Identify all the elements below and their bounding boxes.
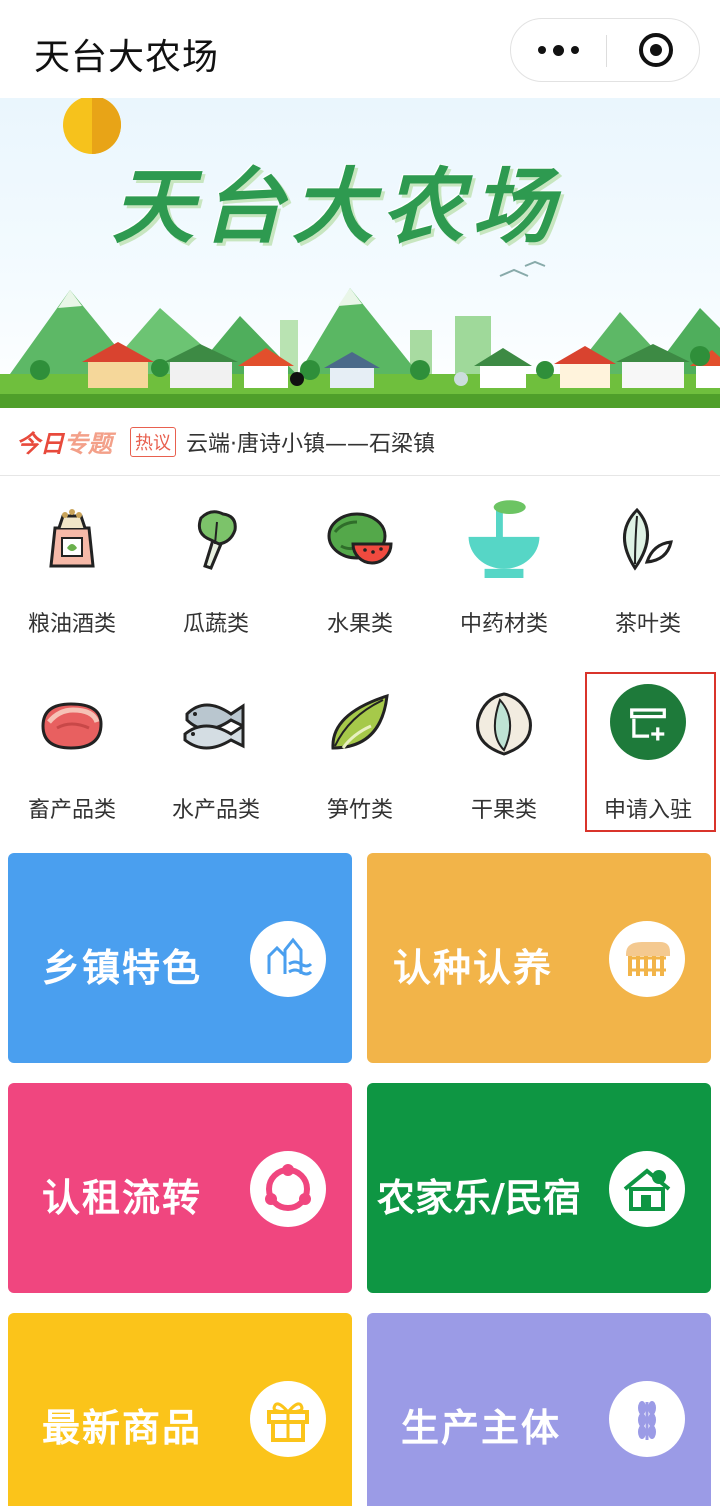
category-label: 笋竹类 bbox=[326, 798, 393, 823]
category-label: 瓜蔬类 bbox=[182, 612, 249, 637]
page-title: 天台大农场 bbox=[34, 37, 220, 78]
tile-label: 认租流转 bbox=[42, 1176, 203, 1220]
topic-headline[interactable]: 云端·唐诗小镇——石梁镇 bbox=[186, 426, 435, 458]
tile-farmstay[interactable]: 农家乐/民宿 bbox=[367, 1083, 711, 1293]
category-label: 中药材类 bbox=[459, 612, 548, 637]
category-bamboo-shoots[interactable]: 笋竹类 bbox=[288, 688, 432, 848]
category-label: 干果类 bbox=[470, 798, 537, 823]
category-livestock[interactable]: 畜产品类 bbox=[0, 688, 144, 848]
mini-program-header: 天台大农场 bbox=[0, 0, 720, 98]
carousel-indicator bbox=[290, 372, 468, 386]
capsule-menu bbox=[510, 18, 700, 82]
cottage-icon bbox=[609, 1151, 685, 1227]
carousel-dot[interactable] bbox=[454, 372, 468, 386]
category-dried-fruits[interactable]: 干果类 bbox=[432, 688, 576, 848]
tile-label: 认种认养 bbox=[393, 946, 554, 990]
category-label: 茶叶类 bbox=[614, 612, 681, 637]
category-label: 水产品类 bbox=[171, 798, 260, 823]
more-dots-icon-right bbox=[570, 46, 579, 54]
carousel-dot-active[interactable] bbox=[290, 372, 304, 386]
category-grain-oil-wine[interactable]: 粮油酒类 bbox=[0, 502, 144, 662]
capsule-divider bbox=[606, 35, 607, 67]
nut-icon bbox=[476, 692, 532, 756]
herb-mortar-icon bbox=[468, 500, 540, 578]
tile-label: 生产主体 bbox=[401, 1406, 562, 1450]
apply-to-join-highlight-box bbox=[585, 672, 716, 832]
tile-town-features[interactable]: 乡镇特色 bbox=[8, 853, 352, 1063]
meat-icon bbox=[41, 702, 103, 750]
fish-icon bbox=[183, 703, 245, 750]
tile-land-lease[interactable]: 认租流转 bbox=[8, 1083, 352, 1293]
category-vegetables[interactable]: 瓜蔬类 bbox=[144, 502, 288, 662]
cabbage-icon bbox=[197, 510, 237, 570]
more-dots-icon bbox=[537, 46, 546, 54]
category-herbal-medicine[interactable]: 中药材类 bbox=[432, 500, 576, 662]
close-mini-program-icon[interactable] bbox=[639, 33, 673, 67]
cycle-icon bbox=[250, 1151, 326, 1227]
wheat-icon bbox=[609, 1381, 685, 1457]
category-label: 粮油酒类 bbox=[27, 612, 116, 637]
tile-new-products[interactable]: 最新商品 bbox=[8, 1313, 352, 1506]
category-label: 畜产品类 bbox=[27, 798, 116, 823]
logo-text-b: 专题 bbox=[64, 430, 112, 458]
town-icon bbox=[250, 921, 326, 997]
category-fruits[interactable]: 水果类 bbox=[288, 502, 432, 662]
bamboo-shoot-icon bbox=[331, 693, 389, 750]
tile-adopt-plant[interactable]: 认种认养 bbox=[367, 853, 711, 1063]
tile-label: 农家乐/民宿 bbox=[377, 1176, 581, 1220]
category-aquatic[interactable]: 水产品类 bbox=[144, 688, 288, 848]
grain-sack-icon bbox=[49, 509, 95, 568]
tile-label: 乡镇特色 bbox=[42, 946, 203, 990]
today-topic-logo: 今日专题 bbox=[16, 424, 112, 459]
banner-carousel[interactable]: 天台大农场 bbox=[0, 98, 720, 408]
category-tea[interactable]: 茶叶类 bbox=[576, 502, 720, 662]
today-topic-bar[interactable]: 今日专题 热议 云端·唐诗小镇——石梁镇 bbox=[0, 408, 720, 476]
more-dots-icon-center bbox=[552, 44, 564, 56]
more-menu-button[interactable] bbox=[511, 19, 605, 81]
banner-title: 天台大农场 bbox=[112, 159, 562, 255]
category-label: 水果类 bbox=[326, 612, 393, 637]
hot-badge: 热议 bbox=[130, 426, 176, 457]
watermelon-icon bbox=[327, 512, 393, 565]
farm-fence-icon bbox=[609, 921, 685, 997]
tea-leaf-icon bbox=[623, 507, 673, 571]
tile-producers[interactable]: 生产主体 bbox=[367, 1313, 711, 1506]
tile-label: 最新商品 bbox=[42, 1406, 203, 1450]
gift-icon bbox=[250, 1381, 326, 1457]
logo-text-a: 今日 bbox=[16, 430, 64, 458]
